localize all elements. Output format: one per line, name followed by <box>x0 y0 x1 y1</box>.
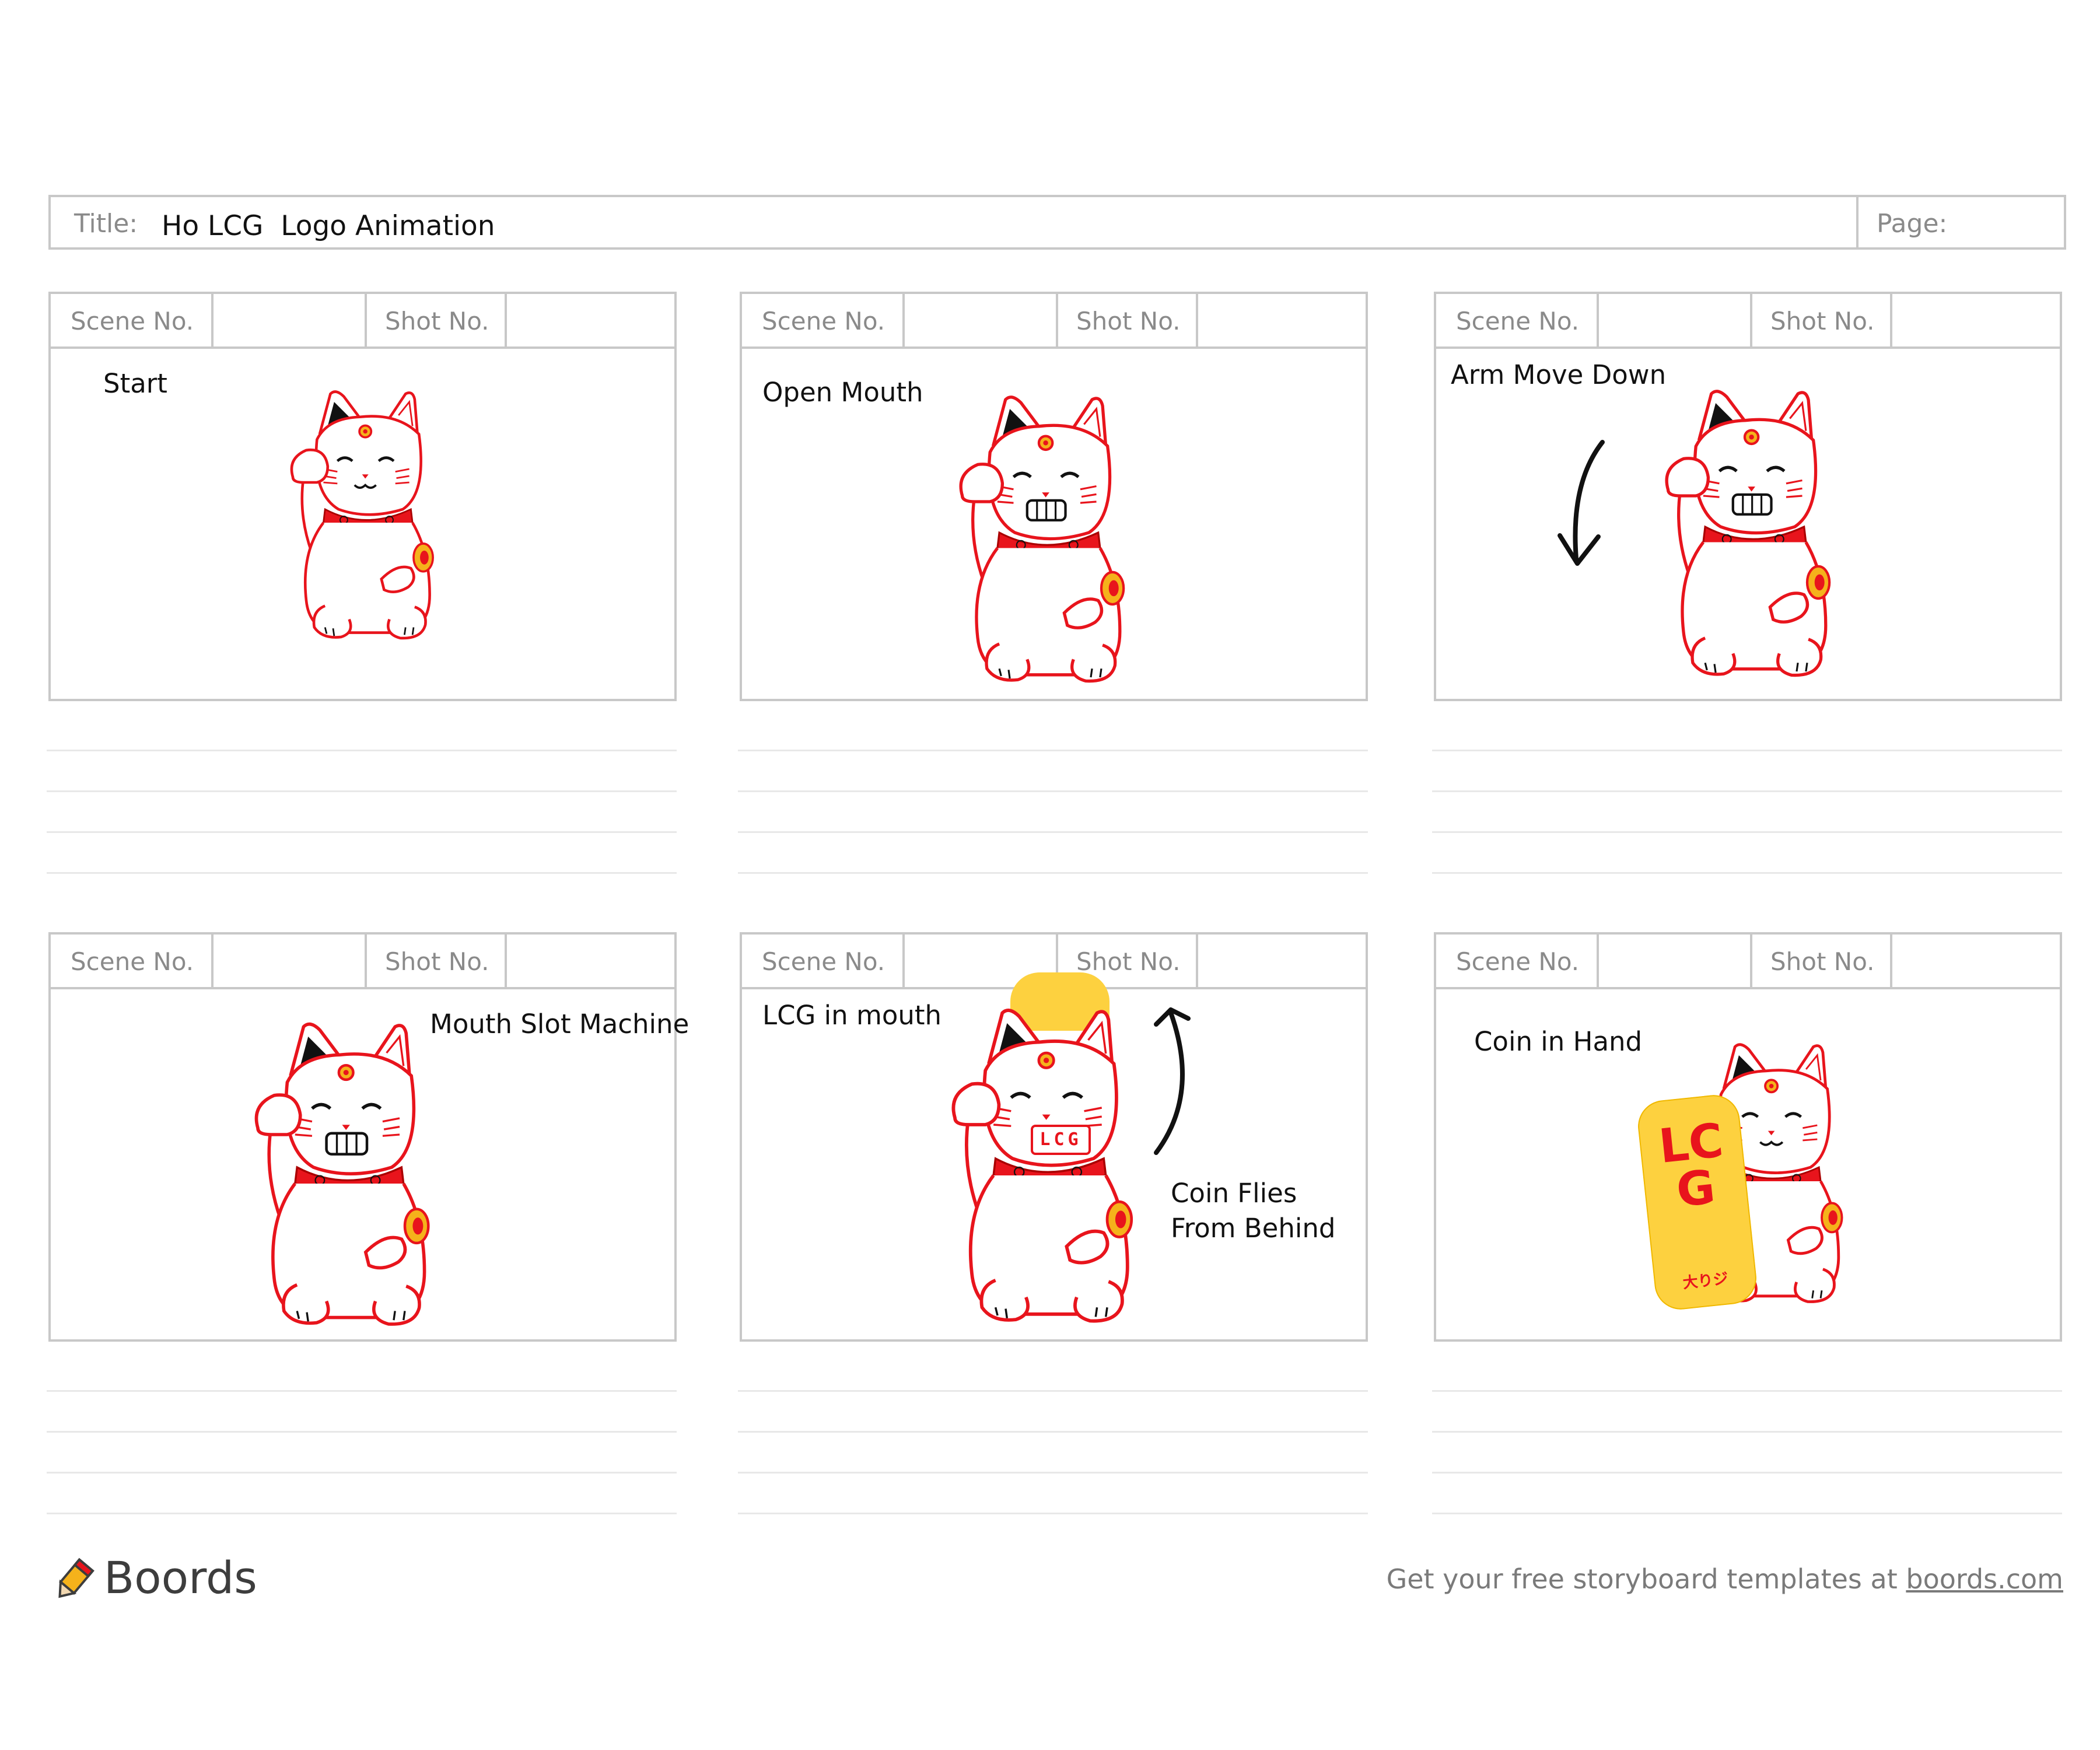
divider <box>505 294 507 346</box>
scene-label: Scene No. <box>762 947 886 976</box>
notes-lines <box>1432 1390 2062 1518</box>
scene-label: Scene No. <box>1456 947 1580 976</box>
panel-header: Scene No. Shot No. <box>51 935 674 989</box>
divider <box>902 294 905 346</box>
maneki-neko-cat <box>917 989 1162 1328</box>
curved-arrow-up-icon <box>1154 1007 1191 1155</box>
scene-label: Scene No. <box>762 307 886 335</box>
shot-label: Shot No. <box>385 307 489 335</box>
divider <box>1597 935 1599 987</box>
title-label: Title: <box>74 209 138 239</box>
page-divider <box>1856 197 1859 247</box>
panel-caption: Start <box>103 368 167 399</box>
panel-caption: Open Mouth <box>762 377 923 408</box>
divider <box>1056 294 1058 346</box>
panel-frame[interactable]: Coin in Hand LCG 大りジ <box>1436 989 2060 1342</box>
panel-frame[interactable]: Arm Move Down <box>1436 349 2060 701</box>
divider <box>365 294 367 346</box>
panel-note: Coin Flies From Behind <box>1171 1178 1336 1244</box>
divider <box>1597 294 1599 346</box>
panel-frame[interactable]: LCG in mouth LCG Coin Flies From Behind <box>742 989 1366 1342</box>
notes-lines <box>738 1390 1368 1518</box>
page-label: Page: <box>1877 209 1948 239</box>
storyboard-panel-4: Scene No. Shot No. Mouth Slot Machine <box>48 932 689 1342</box>
gold-coin: LCG 大りジ <box>1635 1092 1759 1312</box>
divider <box>1196 294 1198 346</box>
panel-caption: Mouth Slot Machine <box>430 1009 690 1040</box>
notes-lines <box>47 1390 677 1518</box>
boords-link[interactable]: boords.com <box>1906 1563 2063 1595</box>
maneki-neko-cat <box>1629 372 1862 681</box>
shot-label: Shot No. <box>1770 307 1875 335</box>
storyboard-panel-2: Scene No. Shot No. Open Mouth <box>740 292 1368 701</box>
divider <box>505 935 507 987</box>
divider <box>1890 935 1892 987</box>
arrow-down-icon <box>1558 440 1605 566</box>
mouth-slot-text: LCG <box>1031 1125 1091 1155</box>
scene-label: Scene No. <box>1456 307 1580 335</box>
shot-label: Shot No. <box>1076 307 1181 335</box>
shot-label: Shot No. <box>385 947 489 976</box>
footer-note-text: Get your free storyboard templates at <box>1386 1563 1906 1595</box>
panel-header: Scene No. Shot No. <box>51 294 674 349</box>
panel-header: Scene No. Shot No. <box>1436 935 2060 989</box>
pencil-logo-icon <box>58 1558 94 1598</box>
divider <box>1196 935 1198 987</box>
panel-frame[interactable]: Open Mouth <box>742 349 1366 701</box>
divider <box>902 935 905 987</box>
divider <box>211 294 214 346</box>
title-value[interactable]: Ho LCG Logo Animation <box>162 210 495 242</box>
footer-note: Get your free storyboard templates at bo… <box>1387 1563 2063 1595</box>
storyboard-panel-3: Scene No. Shot No. Arm Move Down <box>1434 292 2062 701</box>
coin-text: LCG <box>1656 1113 1726 1218</box>
shot-label: Shot No. <box>1076 947 1181 976</box>
divider <box>1750 935 1752 987</box>
brand-name: Boords <box>104 1552 257 1604</box>
panel-caption: LCG in mouth <box>762 1000 942 1031</box>
maneki-neko-cat <box>220 1004 459 1331</box>
scene-label: Scene No. <box>71 947 194 976</box>
maneki-neko-cat <box>923 378 1156 687</box>
shot-label: Shot No. <box>1770 947 1875 976</box>
panel-caption: Coin in Hand <box>1474 1026 1643 1057</box>
divider <box>365 935 367 987</box>
coin-subtext: 大りジ <box>1682 1270 1730 1293</box>
divider <box>1890 294 1892 346</box>
maneki-neko-cat <box>258 375 462 643</box>
storyboard-panel-1: Scene No. Shot No. Start <box>48 292 677 701</box>
panel-frame[interactable]: Mouth Slot Machine <box>51 989 689 1342</box>
title-bar: Title: Ho LCG Logo Animation Page: <box>48 195 2066 250</box>
notes-lines <box>47 750 677 878</box>
notes-lines <box>738 750 1368 878</box>
panel-header: Scene No. Shot No. <box>1436 294 2060 349</box>
storyboard-panel-5: Scene No. Shot No. LCG in mouth LCG Coin… <box>740 932 1368 1342</box>
panel-frame[interactable]: Start <box>51 349 674 701</box>
scene-label: Scene No. <box>71 307 194 335</box>
panel-header: Scene No. Shot No. <box>742 294 1366 349</box>
notes-lines <box>1432 750 2062 878</box>
storyboard-panel-6: Scene No. Shot No. Coin in Hand LCG 大りジ <box>1434 932 2062 1342</box>
divider <box>211 935 214 987</box>
divider <box>1750 294 1752 346</box>
